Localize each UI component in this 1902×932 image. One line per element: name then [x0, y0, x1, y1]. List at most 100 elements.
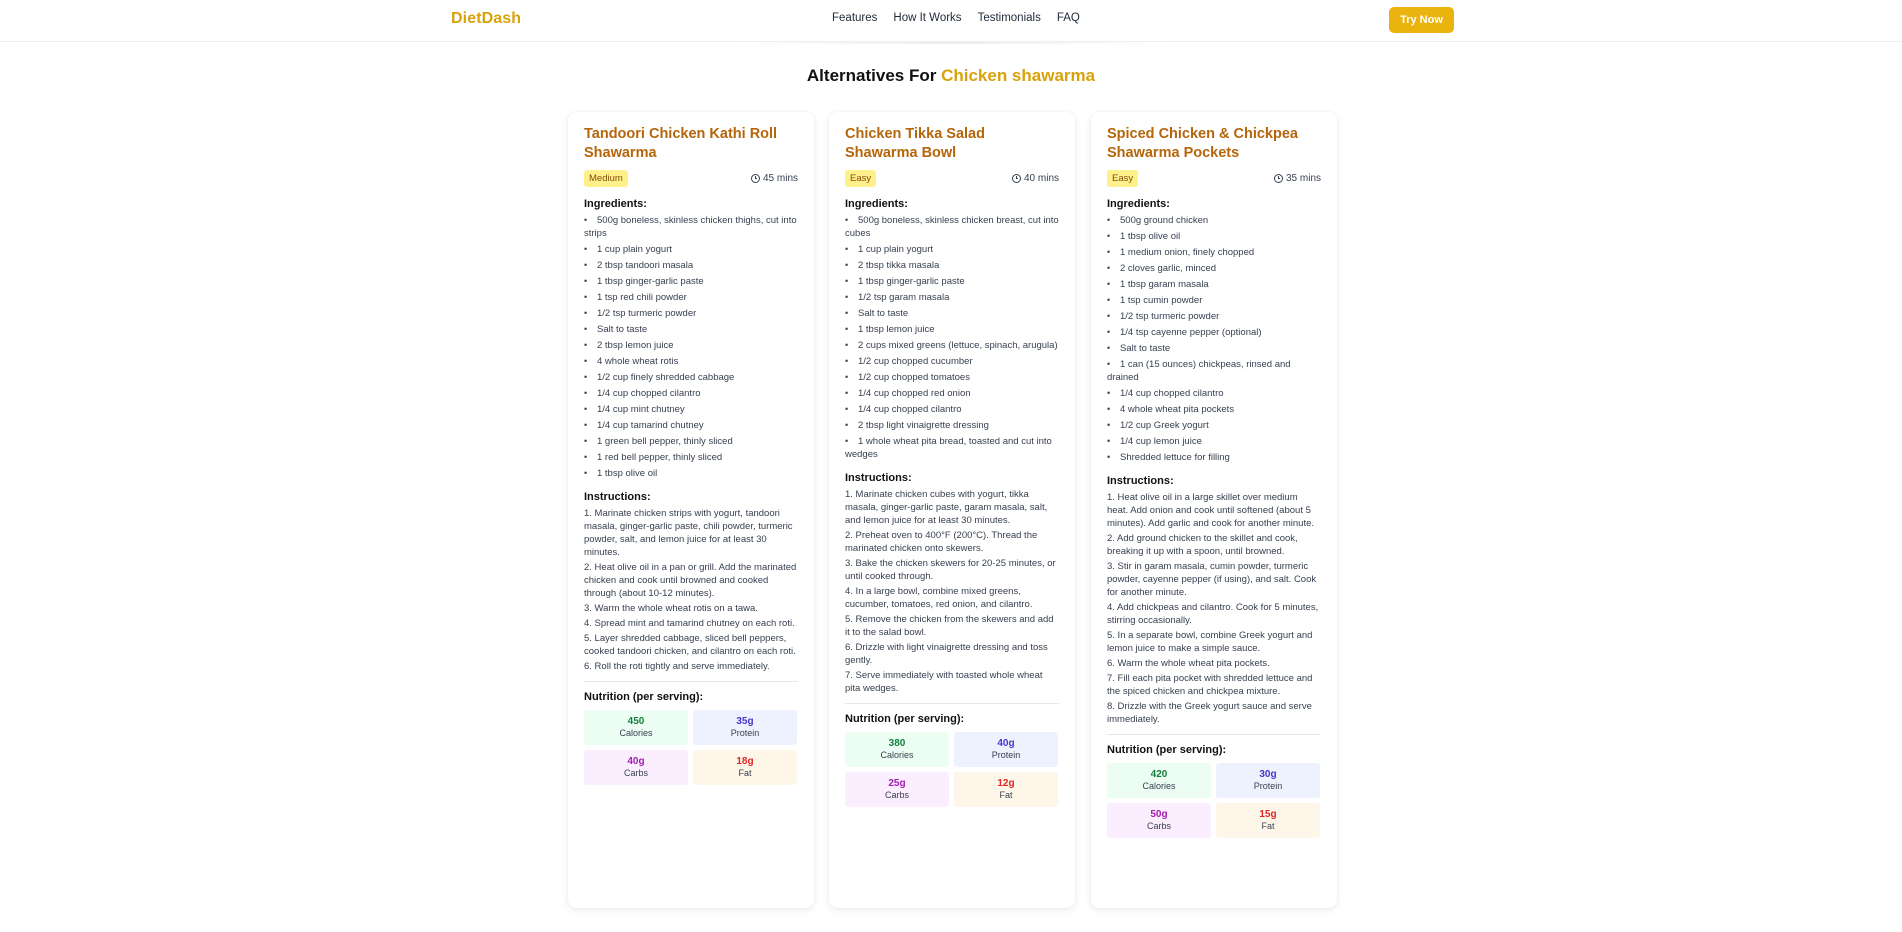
instruction-step: 1. Marinate chicken strips with yogurt, … [584, 508, 793, 558]
instruction-step: 3. Warm the whole wheat rotis on a tawa. [584, 603, 758, 614]
instruction-step: 6. Roll the roti tightly and serve immed… [584, 661, 770, 672]
nutrition-carbs: 40g Carbs [584, 750, 688, 785]
try-now-button[interactable]: Try Now [1389, 7, 1454, 33]
protein-value: 30g [1259, 769, 1277, 780]
fat-value: 18g [736, 756, 754, 767]
ingredient-item: 2 cups mixed greens (lettuce, spinach, a… [835, 339, 1059, 352]
instructions-list: 1. Heat olive oil in a large skillet ove… [1107, 491, 1321, 726]
calories-value: 420 [1150, 769, 1168, 780]
ingredient-item: 1 medium onion, finely chopped [1097, 246, 1321, 259]
calories-value: 450 [627, 716, 645, 727]
nutrition-carbs: 50g Carbs [1107, 803, 1211, 838]
clock-icon [1273, 174, 1283, 183]
ingredient-item: 1 tbsp ginger-garlic paste [835, 275, 1059, 288]
page-title: Alternatives For Chicken shawarma [0, 66, 1902, 86]
ingredient-item: 2 tbsp lemon juice [574, 339, 798, 352]
instruction-step: 7. Fill each pita pocket with shredded l… [1107, 673, 1313, 697]
carbs-label: Carbs [1146, 821, 1171, 831]
instruction-step: 1. Heat olive oil in a large skillet ove… [1107, 492, 1315, 529]
carbs-value: 40g [627, 756, 645, 767]
nutrition-grid: 380 Calories 40g Protein 25g Carbs 12g F… [845, 732, 1059, 807]
nutrition-protein: 40g Protein [954, 732, 1058, 767]
nutrition-heading: Nutrition (per serving): [845, 713, 965, 725]
fat-value: 12g [997, 778, 1015, 789]
instructions-heading: Instructions: [584, 491, 651, 503]
ingredient-item: 500g boneless, skinless chicken thighs, … [574, 214, 798, 240]
nutrition-fat: 18g Fat [693, 750, 797, 785]
ingredient-item: 4 whole wheat rotis [574, 355, 798, 368]
instruction-step: 1. Marinate chicken cubes with yogurt, t… [845, 489, 1048, 526]
instruction-step: 4. Add chickpeas and cilantro. Cook for … [1107, 602, 1319, 626]
ingredients-heading: Ingredients: [584, 198, 647, 210]
instructions-heading: Instructions: [845, 472, 912, 484]
protein-value: 35g [736, 716, 754, 727]
nav-link-how-it-works[interactable]: How It Works [893, 12, 961, 24]
prep-time: 40 mins [1011, 173, 1059, 184]
fat-label: Fat [738, 768, 752, 778]
ingredient-item: 1/2 cup chopped cucumber [835, 355, 1059, 368]
prep-time: 45 mins [750, 173, 798, 184]
nutrition-fat: 15g Fat [1216, 803, 1320, 838]
ingredient-item: 1/2 tsp garam masala [835, 291, 1059, 304]
ingredient-item: Salt to taste [574, 323, 798, 336]
clock-icon [750, 174, 760, 183]
ingredient-item: 1 cup plain yogurt [574, 243, 798, 256]
instruction-step: 3. Stir in garam masala, cumin powder, t… [1107, 561, 1317, 598]
ingredient-item: 1 tbsp garam masala [1097, 278, 1321, 291]
nav-link-features[interactable]: Features [832, 12, 877, 24]
carbs-label: Carbs [623, 768, 648, 778]
ingredient-item: Salt to taste [1097, 342, 1321, 355]
ingredient-item: 2 tbsp tandoori masala [574, 259, 798, 272]
instruction-step: 2. Preheat oven to 400°F (200°C). Thread… [845, 530, 1038, 554]
instruction-step: 7. Serve immediately with toasted whole … [845, 670, 1043, 694]
nav-link-testimonials[interactable]: Testimonials [978, 12, 1041, 24]
nav-links: Features How It Works Testimonials FAQ [832, 12, 1080, 24]
instruction-step: 2. Heat olive oil in a pan or grill. Add… [584, 562, 797, 599]
prep-time-value: 40 mins [1023, 173, 1059, 184]
recipe-title: Tandoori Chicken Kathi Roll Shawarma [584, 126, 778, 161]
instruction-step: 3. Bake the chicken skewers for 20-25 mi… [845, 558, 1056, 582]
nutrition-protein: 35g Protein [693, 710, 797, 745]
ingredient-item: 4 whole wheat pita pockets [1097, 403, 1321, 416]
ingredient-item: 1 tbsp olive oil [1097, 230, 1321, 243]
difficulty-badge: Easy [1107, 170, 1139, 187]
fat-label: Fat [999, 790, 1013, 800]
instruction-step: 5. In a separate bowl, combine Greek yog… [1107, 630, 1313, 654]
recipe-card-1: Tandoori Chicken Kathi Roll Shawarma Med… [568, 112, 814, 908]
nutrition-carbs: 25g Carbs [845, 772, 949, 807]
ingredient-item: 2 tbsp light vinaigrette dressing [835, 419, 1059, 432]
ingredient-item: 1 tbsp olive oil [574, 467, 798, 480]
instructions-list: 1. Marinate chicken strips with yogurt, … [584, 507, 798, 673]
nutrition-divider [584, 681, 798, 682]
ingredient-item: Shredded lettuce for filling [1097, 451, 1321, 464]
ingredient-item: 1 green bell pepper, thinly sliced [574, 435, 798, 448]
protein-value: 40g [997, 738, 1015, 749]
ingredients-list: 500g boneless, skinless chicken breast, … [835, 214, 1059, 461]
instruction-step: 8. Drizzle with the Greek yogurt sauce a… [1107, 701, 1312, 725]
nutrition-fat: 12g Fat [954, 772, 1058, 807]
logo[interactable]: DietDash [451, 10, 521, 28]
ingredients-heading: Ingredients: [1107, 198, 1170, 210]
ingredient-item: 2 cloves garlic, minced [1097, 262, 1321, 275]
instruction-step: 6. Warm the whole wheat pita pockets. [1107, 658, 1270, 669]
nutrition-calories: 380 Calories [845, 732, 949, 767]
ingredient-item: 1/4 cup mint chutney [574, 403, 798, 416]
fat-label: Fat [1261, 821, 1275, 831]
ingredient-item: 1/4 cup chopped cilantro [835, 403, 1059, 416]
instructions-heading: Instructions: [1107, 475, 1174, 487]
ingredient-item: 1/4 cup chopped cilantro [1097, 387, 1321, 400]
ingredient-item: 1 red bell pepper, thinly sliced [574, 451, 798, 464]
ingredient-item: 500g boneless, skinless chicken breast, … [835, 214, 1059, 240]
page-title-dish: Chicken shawarma [941, 66, 1096, 85]
ingredient-item: 1/2 cup finely shredded cabbage [574, 371, 798, 384]
protein-label: Protein [730, 728, 760, 738]
nutrition-grid: 420 Calories 30g Protein 50g Carbs 15g F… [1107, 763, 1321, 838]
prep-time-value: 35 mins [1285, 173, 1321, 184]
nav-divider [730, 42, 1172, 44]
nav-link-faq[interactable]: FAQ [1057, 12, 1080, 24]
ingredient-item: 1/2 cup chopped tomatoes [835, 371, 1059, 384]
instruction-step: 6. Drizzle with light vinaigrette dressi… [845, 642, 1048, 666]
recipe-title: Chicken Tikka Salad Shawarma Bowl [845, 126, 985, 161]
protein-label: Protein [1253, 781, 1283, 791]
calories-label: Calories [880, 750, 914, 760]
